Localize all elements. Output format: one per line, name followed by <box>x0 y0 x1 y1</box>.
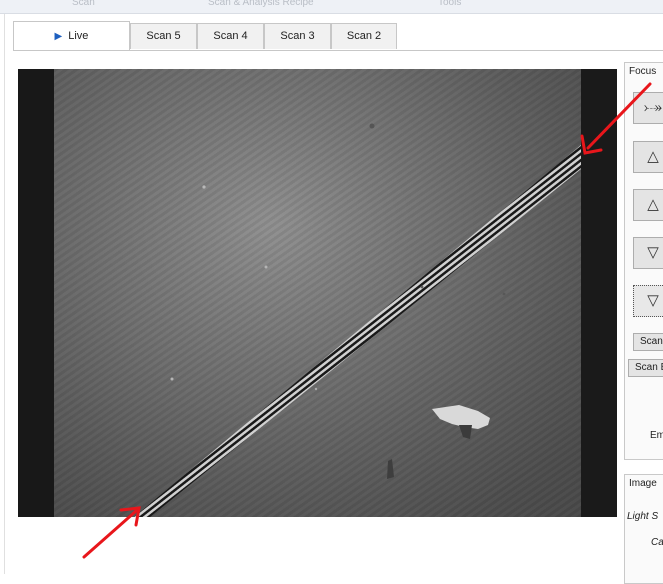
tab-label: Scan 4 <box>213 30 248 42</box>
dust-spot <box>420 285 424 289</box>
focus-down-button[interactable]: ▽ <box>633 237 663 269</box>
image-settings-panel: Image Light S Ca <box>624 474 663 584</box>
live-image-viewer[interactable] <box>18 69 617 517</box>
menu-item-scan[interactable]: Scan <box>72 0 95 8</box>
focus-top-button[interactable]: ⤐ <box>633 92 663 124</box>
tab-divider <box>13 50 663 51</box>
tab-label: Scan 3 <box>280 30 315 42</box>
focus-up-button[interactable]: △ <box>633 189 663 221</box>
light-source-label: Light S <box>627 511 659 522</box>
scan-b-button-label: Scan B <box>635 362 663 373</box>
top-menu-bar: Scan Scan & Analysis Recipe Tools <box>0 0 663 14</box>
dust-spot <box>314 387 318 391</box>
focus-up-icon: △ <box>647 196 659 213</box>
tab-scan-2[interactable]: Scan 2 <box>331 23 397 49</box>
play-icon: ▶ <box>54 31 63 42</box>
viewer-margin-left <box>18 69 54 517</box>
dust-spot <box>264 265 268 269</box>
dust-spot <box>170 377 174 381</box>
dust-spot <box>369 123 375 129</box>
menu-item-tools[interactable]: Tools <box>438 0 461 8</box>
focus-up-fast-button[interactable]: △ <box>633 141 663 173</box>
tab-live-label: Live <box>68 30 89 42</box>
tab-scan-3[interactable]: Scan 3 <box>264 23 331 49</box>
scan-button-label: Scan <box>640 336 663 347</box>
focus-down-fast-button[interactable]: ▽ <box>633 285 663 317</box>
dust-spot <box>502 292 506 296</box>
focus-top-icon: ⤐ <box>643 99 662 116</box>
ca-label: Ca <box>651 537 663 548</box>
tab-scan-4[interactable]: Scan 4 <box>197 23 264 49</box>
image-panel-title: Image <box>629 478 657 489</box>
tab-live[interactable]: ▶ Live <box>13 21 130 51</box>
image-vignette <box>54 69 581 517</box>
scan-button[interactable]: Scan <box>633 333 663 351</box>
window-edge <box>4 14 5 574</box>
dust-spot <box>202 185 206 189</box>
tab-label: Scan 2 <box>346 30 382 42</box>
focus-panel-title: Focus <box>629 66 657 77</box>
viewer-margin-right <box>581 69 617 517</box>
microscope-image <box>54 69 581 517</box>
tab-scan-5[interactable]: Scan 5 <box>130 23 197 49</box>
focus-panel: Focus ⤐ △ △ ▽ ▽ Scan Scan B Em <box>624 62 663 460</box>
microscope-features <box>54 69 581 517</box>
scan-b-button[interactable]: Scan B <box>628 359 663 377</box>
focus-down-fast-icon: ▽ <box>647 292 659 309</box>
focus-down-icon: ▽ <box>647 244 659 261</box>
menu-item-recipe[interactable]: Scan & Analysis Recipe <box>208 0 314 8</box>
focus-up-fast-icon: △ <box>647 148 659 165</box>
tab-label: Scan 5 <box>146 30 181 42</box>
em-label: Em <box>650 430 663 441</box>
